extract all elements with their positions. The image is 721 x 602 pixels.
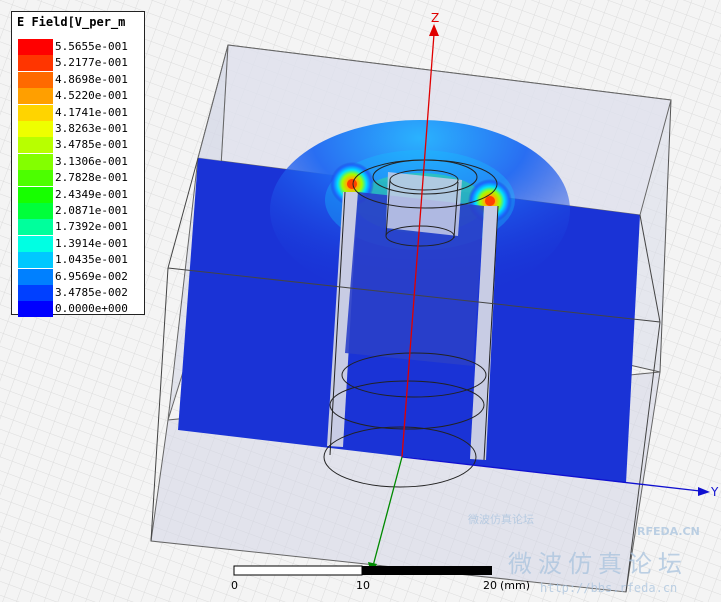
scale-unit: (mm) [500, 579, 531, 592]
legend-color-swatch [18, 71, 53, 88]
z-axis-label: Z [431, 11, 439, 25]
watermark-url: http://bbs.rfeda.cn [540, 581, 678, 595]
legend-value: 5.2177e-001 [55, 56, 128, 70]
legend-value: 3.1306e-001 [55, 154, 128, 168]
legend-color-swatch [18, 268, 53, 285]
watermark-brand: RFEDA.CN [637, 525, 700, 538]
legend-value: 2.7828e-001 [55, 171, 128, 185]
legend-row: 3.4785e-001 [18, 137, 142, 154]
legend-row: 0.0000e+000 [18, 301, 142, 318]
legend-color-swatch [18, 252, 53, 269]
legend-value: 2.4349e-001 [55, 187, 128, 201]
legend-color-swatch [18, 104, 53, 121]
legend-value: 0.0000e+000 [55, 302, 128, 316]
watermark-logo-cn: 微波仿真论坛 [508, 550, 688, 578]
legend-row: 1.0435e-001 [18, 252, 142, 269]
legend-row: 1.3914e-001 [18, 235, 142, 252]
legend-color-swatch [18, 55, 53, 72]
legend-value: 1.3914e-001 [55, 236, 128, 250]
legend-value: 3.4785e-002 [55, 286, 128, 299]
legend-row: 4.5220e-001 [18, 88, 142, 105]
legend-value: 3.4785e-001 [55, 138, 128, 152]
y-axis-label: Y [710, 485, 719, 499]
legend-value: 4.5220e-001 [55, 89, 128, 103]
legend-color-swatch [18, 137, 53, 154]
legend-value: 1.0435e-001 [55, 253, 128, 267]
legend-row: 2.0871e-001 [18, 203, 142, 219]
legend-color-swatch [18, 170, 53, 187]
legend-color-swatch [18, 121, 53, 137]
legend-row: 6.9569e-002 [18, 268, 142, 285]
legend-color-swatch [18, 39, 53, 55]
legend-row: 2.7828e-001 [18, 170, 142, 187]
watermark-small-cn: 微波仿真论坛 [468, 513, 534, 526]
legend-color-swatch [18, 285, 53, 301]
legend-color-swatch [18, 301, 53, 318]
legend-value: 4.8698e-001 [55, 72, 128, 86]
legend-row: 2.4349e-001 [18, 186, 142, 203]
scale-tick-20: 20 [483, 579, 497, 592]
legend-row: 3.1306e-001 [18, 153, 142, 170]
scale-tick-0: 0 [231, 579, 238, 592]
legend-row: 3.4785e-002 [18, 285, 142, 301]
legend-color-swatch [18, 235, 53, 252]
legend-row: 5.2177e-001 [18, 55, 142, 72]
scale-tick-10: 10 [356, 579, 370, 592]
legend-value: 1.7392e-001 [55, 220, 128, 234]
legend-value: 4.1741e-001 [55, 105, 128, 119]
field-legend: E Field[V_per_m 5.5655e-001 5.2177e-001 4.… [11, 11, 145, 318]
legend-value: 6.9569e-002 [55, 269, 128, 283]
legend-row: 3.8263e-001 [18, 121, 142, 137]
legend-title: E Field[V_per_m [17, 15, 126, 29]
legend-row: 4.1741e-001 [18, 104, 142, 121]
legend-value: 3.8263e-001 [55, 122, 128, 135]
legend-row: 5.5655e-001 [18, 39, 142, 55]
legend-value: 2.0871e-001 [55, 204, 128, 217]
legend-color-swatch [18, 219, 53, 236]
legend-color-swatch [18, 203, 53, 219]
legend-value: 5.5655e-001 [55, 40, 128, 53]
legend-color-swatch [18, 186, 53, 203]
legend-color-swatch [18, 88, 53, 105]
legend-row: 1.7392e-001 [18, 219, 142, 236]
scale-bar [233, 565, 492, 576]
legend-color-swatch [18, 153, 53, 170]
legend-row: 4.8698e-001 [18, 71, 142, 88]
